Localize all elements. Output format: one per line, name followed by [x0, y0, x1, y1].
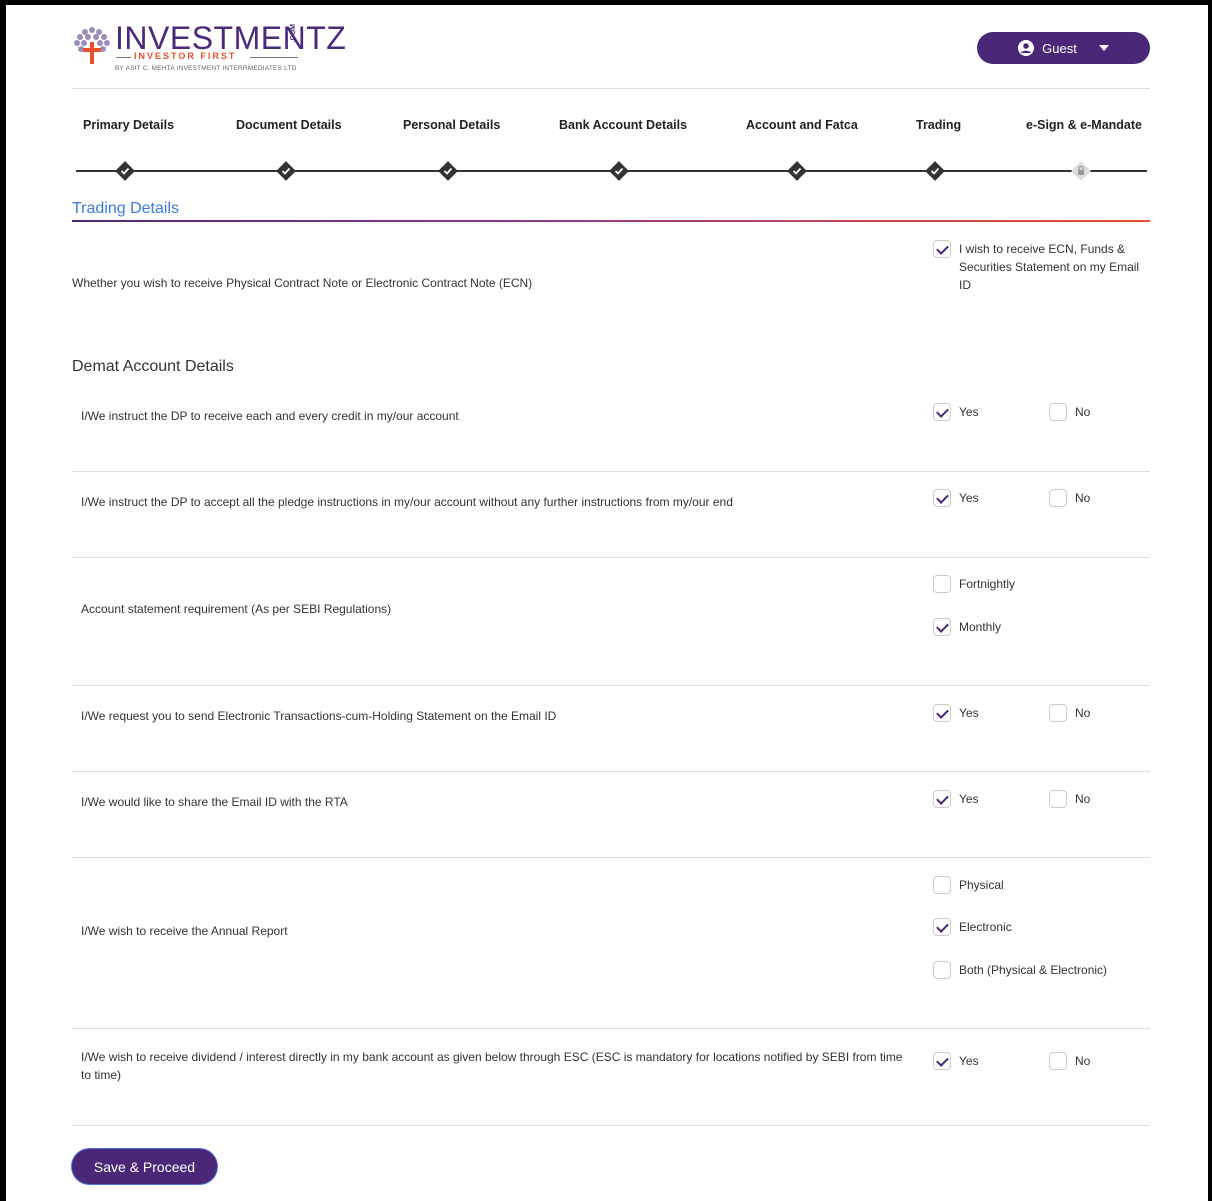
frame-border-left: [0, 0, 6, 1201]
q3-fortnightly-label: Fortnightly: [959, 577, 1016, 591]
brand-tagline: INVESTOR FIRST: [134, 51, 237, 61]
step-label-bank-account-details[interactable]: Bank Account Details: [559, 118, 687, 132]
row-divider: [72, 857, 1150, 858]
row-divider: [72, 685, 1150, 686]
question-receive-credit: I/We instruct the DP to receive each and…: [81, 409, 459, 423]
brand-by-line: BY ASIT C. MEHTA INVESTMENT INTERRMEDIAT…: [115, 65, 297, 72]
user-menu-button[interactable]: Guest: [977, 32, 1150, 64]
q7-yes-option[interactable]: Yes: [933, 1052, 979, 1070]
checkbox-checked[interactable]: [933, 918, 951, 936]
q4-yes-option[interactable]: Yes: [933, 704, 979, 722]
checkbox-checked[interactable]: [933, 618, 951, 636]
checkbox-unchecked[interactable]: [1049, 704, 1067, 722]
q3-monthly-option[interactable]: Monthly: [933, 618, 1001, 636]
checkbox-unchecked[interactable]: [933, 575, 951, 593]
checkbox-checked[interactable]: [933, 403, 951, 421]
q5-yes-option[interactable]: Yes: [933, 790, 979, 808]
q6-electronic-label: Electronic: [959, 920, 1012, 934]
q4-no-option[interactable]: No: [1049, 704, 1090, 722]
caret-down-icon: [1098, 45, 1109, 51]
save-and-proceed-button[interactable]: Save & Proceed: [72, 1149, 217, 1184]
checkbox-unchecked[interactable]: [1049, 403, 1067, 421]
step-label-primary-details[interactable]: Primary Details: [83, 118, 174, 132]
tagline-rule-right: [250, 57, 298, 58]
row-divider: [72, 771, 1150, 772]
q5-no-label: No: [1075, 792, 1091, 806]
ecn-option[interactable]: I wish to receive ECN, Funds & Securitie…: [933, 240, 1148, 294]
q3-fortnightly-option[interactable]: Fortnightly: [933, 575, 1015, 593]
q6-both-label: Both (Physical & Electronic): [959, 963, 1108, 977]
q6-both-option[interactable]: Both (Physical & Electronic): [933, 961, 1107, 979]
q6-physical-label: Physical: [959, 878, 1004, 892]
user-circle-icon: [1018, 40, 1035, 56]
checkbox-checked[interactable]: [933, 240, 951, 258]
q1-no-label: No: [1075, 405, 1091, 419]
checkbox-checked[interactable]: [933, 1052, 951, 1070]
step-label-personal-details[interactable]: Personal Details: [403, 118, 500, 132]
section-title-trading-details[interactable]: Trading Details: [72, 200, 179, 218]
row-divider: [72, 557, 1150, 558]
checkbox-checked[interactable]: [933, 489, 951, 507]
checkbox-checked[interactable]: [933, 790, 951, 808]
q7-yes-label: Yes: [959, 1054, 979, 1068]
checkbox-unchecked[interactable]: [1049, 489, 1067, 507]
question-annual-report: I/We wish to receive the Annual Report: [81, 924, 288, 938]
step-check-icon[interactable]: [924, 160, 946, 182]
demat-account-details-heading: Demat Account Details: [72, 358, 234, 375]
q1-no-option[interactable]: No: [1049, 403, 1090, 421]
q2-no-label: No: [1075, 491, 1091, 505]
checkbox-checked[interactable]: [933, 704, 951, 722]
step-label-trading[interactable]: Trading: [916, 118, 961, 132]
step-check-icon[interactable]: [608, 160, 630, 182]
step-label-account-and-fatca[interactable]: Account and Fatca: [746, 118, 858, 132]
header-divider: [72, 88, 1150, 89]
step-lock-icon: [1071, 161, 1091, 181]
tagline-rule-left: [116, 57, 131, 58]
q5-no-option[interactable]: No: [1049, 790, 1090, 808]
question-dividend-esc: I/We wish to receive dividend / interest…: [81, 1050, 903, 1082]
q1-yes-label: Yes: [959, 405, 979, 419]
q6-physical-option[interactable]: Physical: [933, 876, 1004, 894]
row-divider: [72, 471, 1150, 472]
q2-yes-option[interactable]: Yes: [933, 489, 979, 507]
frame-border-top: [0, 0, 1212, 5]
section-underline: [72, 220, 1150, 222]
question-pledge-instructions: I/We instruct the DP to accept all the p…: [81, 495, 733, 509]
q7-no-option[interactable]: No: [1049, 1052, 1090, 1070]
tree-logo-icon: [74, 27, 110, 64]
q3-monthly-label: Monthly: [959, 620, 1002, 634]
question-account-statement: Account statement requirement (As per SE…: [81, 602, 392, 616]
brand-suffix: .COM: [290, 24, 297, 43]
step-check-icon[interactable]: [786, 160, 808, 182]
step-check-icon[interactable]: [437, 160, 459, 182]
q1-yes-option[interactable]: Yes: [933, 403, 979, 421]
frame-border-right: [1208, 0, 1212, 1201]
checkbox-unchecked[interactable]: [933, 961, 951, 979]
step-check-icon[interactable]: [114, 160, 136, 182]
q7-no-label: No: [1075, 1054, 1091, 1068]
q5-yes-label: Yes: [959, 792, 979, 806]
page-frame: INVESTMENTZ .COM INVESTOR FIRST BY ASIT …: [0, 0, 1212, 1201]
checkbox-unchecked[interactable]: [1049, 1052, 1067, 1070]
row-divider: [72, 1125, 1150, 1126]
step-check-icon[interactable]: [275, 160, 297, 182]
q2-yes-label: Yes: [959, 491, 979, 505]
q6-electronic-option[interactable]: Electronic: [933, 918, 1012, 936]
q4-yes-label: Yes: [959, 706, 979, 720]
brand-logo[interactable]: INVESTMENTZ .COM INVESTOR FIRST BY ASIT …: [72, 18, 346, 76]
step-label-document-details[interactable]: Document Details: [236, 118, 342, 132]
checkbox-unchecked[interactable]: [1049, 790, 1067, 808]
question-share-email-rta: I/We would like to share the Email ID wi…: [81, 795, 348, 809]
q2-no-option[interactable]: No: [1049, 489, 1090, 507]
step-label-esign-emandate[interactable]: e-Sign & e-Mandate: [1026, 118, 1142, 132]
checkbox-unchecked[interactable]: [933, 876, 951, 894]
q4-no-label: No: [1075, 706, 1091, 720]
user-name: Guest: [1042, 40, 1077, 56]
ecn-option-label: I wish to receive ECN, Funds & Securitie…: [959, 242, 1140, 292]
question-holding-statement: I/We request you to send Electronic Tran…: [81, 709, 557, 723]
question-ecn: Whether you wish to receive Physical Con…: [72, 276, 533, 290]
row-divider: [72, 1028, 1150, 1029]
